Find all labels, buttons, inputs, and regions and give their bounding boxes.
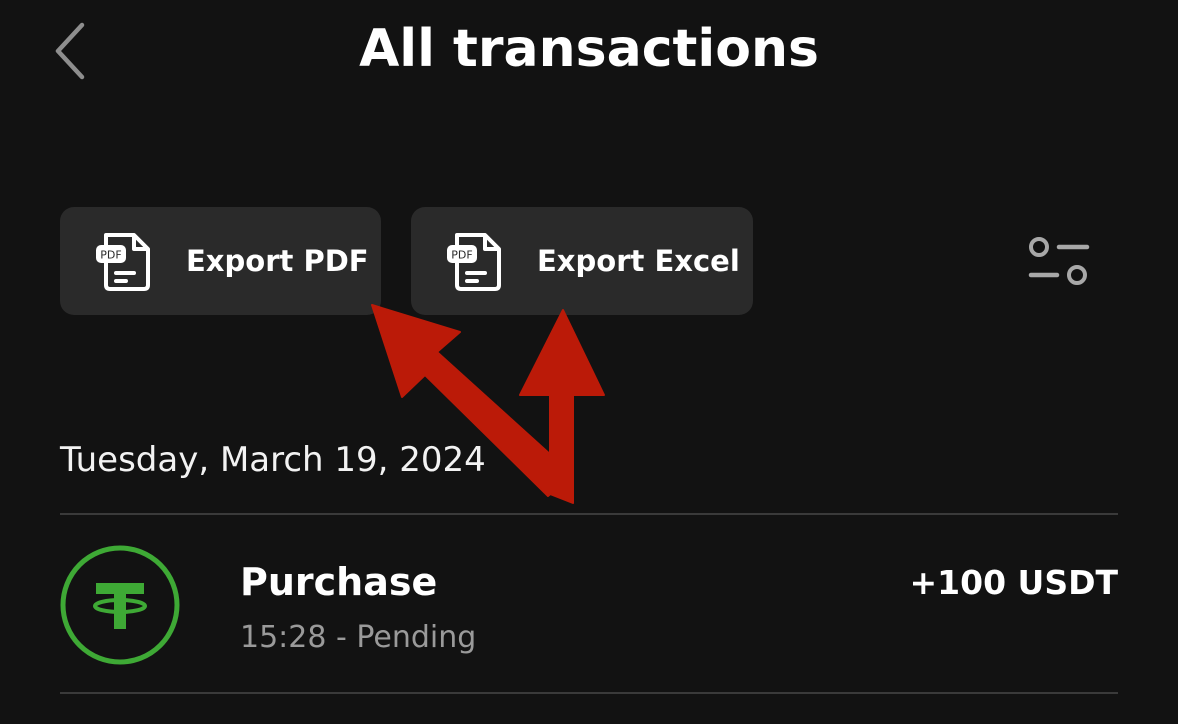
sliders-icon [1028, 237, 1090, 285]
transaction-amount: +100 USDT [909, 563, 1119, 602]
svg-text:PDF: PDF [100, 249, 121, 262]
pdf-document-icon: PDF [94, 229, 158, 293]
export-pdf-label: Export PDF [186, 244, 369, 278]
filter-button[interactable] [1024, 230, 1094, 292]
export-excel-label: Export Excel [537, 244, 740, 278]
transaction-subtitle: 15:28 - Pending [240, 620, 477, 655]
tether-icon [60, 545, 180, 665]
arrow-to-export-excel [519, 309, 605, 504]
svg-text:PDF: PDF [451, 249, 472, 262]
export-pdf-button[interactable]: PDF Export PDF [60, 207, 381, 315]
divider [60, 692, 1118, 694]
transaction-title: Purchase [240, 560, 438, 604]
date-group-header: Tuesday, March 19, 2024 [60, 440, 486, 480]
document-icon: PDF [445, 229, 509, 293]
transactions-screen: All transactions PDF Export PDF PDF Expo… [0, 0, 1178, 724]
transaction-row[interactable]: Purchase 15:28 - Pending +100 USDT [60, 515, 1118, 692]
export-excel-button[interactable]: PDF Export Excel [411, 207, 753, 315]
page-title: All transactions [359, 19, 819, 79]
